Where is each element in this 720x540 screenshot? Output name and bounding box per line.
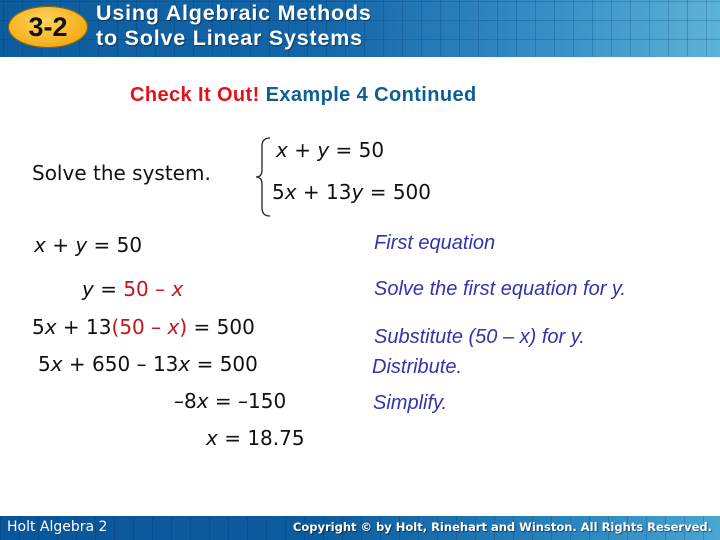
lesson-badge: 3-2	[8, 6, 88, 48]
step-1-math: x + y = 50	[34, 233, 143, 257]
step-2-note: Solve the first equation for y.	[374, 278, 626, 300]
step-4-note: Distribute.	[372, 356, 463, 378]
system-equation-2: 5x + 13y = 500	[272, 180, 431, 204]
prompt-text: Solve the system.	[32, 161, 211, 185]
slide-footer: Holt Algebra 2 Copyright © by Holt, Rine…	[0, 516, 720, 540]
step-5-math: –8x = –150	[174, 389, 287, 413]
footer-book-title: Holt Algebra 2	[7, 519, 108, 535]
step-3-math: 5x + 13(50 – x) = 500	[32, 315, 255, 339]
example-label: Example 4 Continued	[265, 84, 477, 106]
lesson-title: Using Algebraic Methods to Solve Linear …	[96, 1, 372, 51]
step-5-note: Simplify.	[373, 392, 448, 414]
step-3-note: Substitute (50 – x) for y.	[374, 326, 585, 348]
system-brace-icon	[255, 137, 271, 217]
lesson-title-line1: Using Algebraic Methods	[96, 1, 372, 25]
step-1-note: First equation	[374, 232, 496, 254]
example-heading: Check It Out! Example 4 Continued	[130, 84, 477, 107]
system-equation-1: x + y = 50	[276, 138, 385, 162]
step-4-math: 5x + 650 – 13x = 500	[38, 352, 258, 376]
lesson-number: 3-2	[28, 11, 68, 42]
step-6-math: x = 18.75	[206, 426, 305, 450]
lesson-title-line2: to Solve Linear Systems	[96, 26, 363, 50]
footer-copyright: Copyright © by Holt, Rinehart and Winsto…	[292, 520, 712, 534]
check-it-out-label: Check It Out!	[130, 84, 260, 106]
slide-header: 3-2 Using Algebraic Methods to Solve Lin…	[0, 0, 720, 57]
step-2-math: y = 50 – x	[82, 277, 184, 301]
